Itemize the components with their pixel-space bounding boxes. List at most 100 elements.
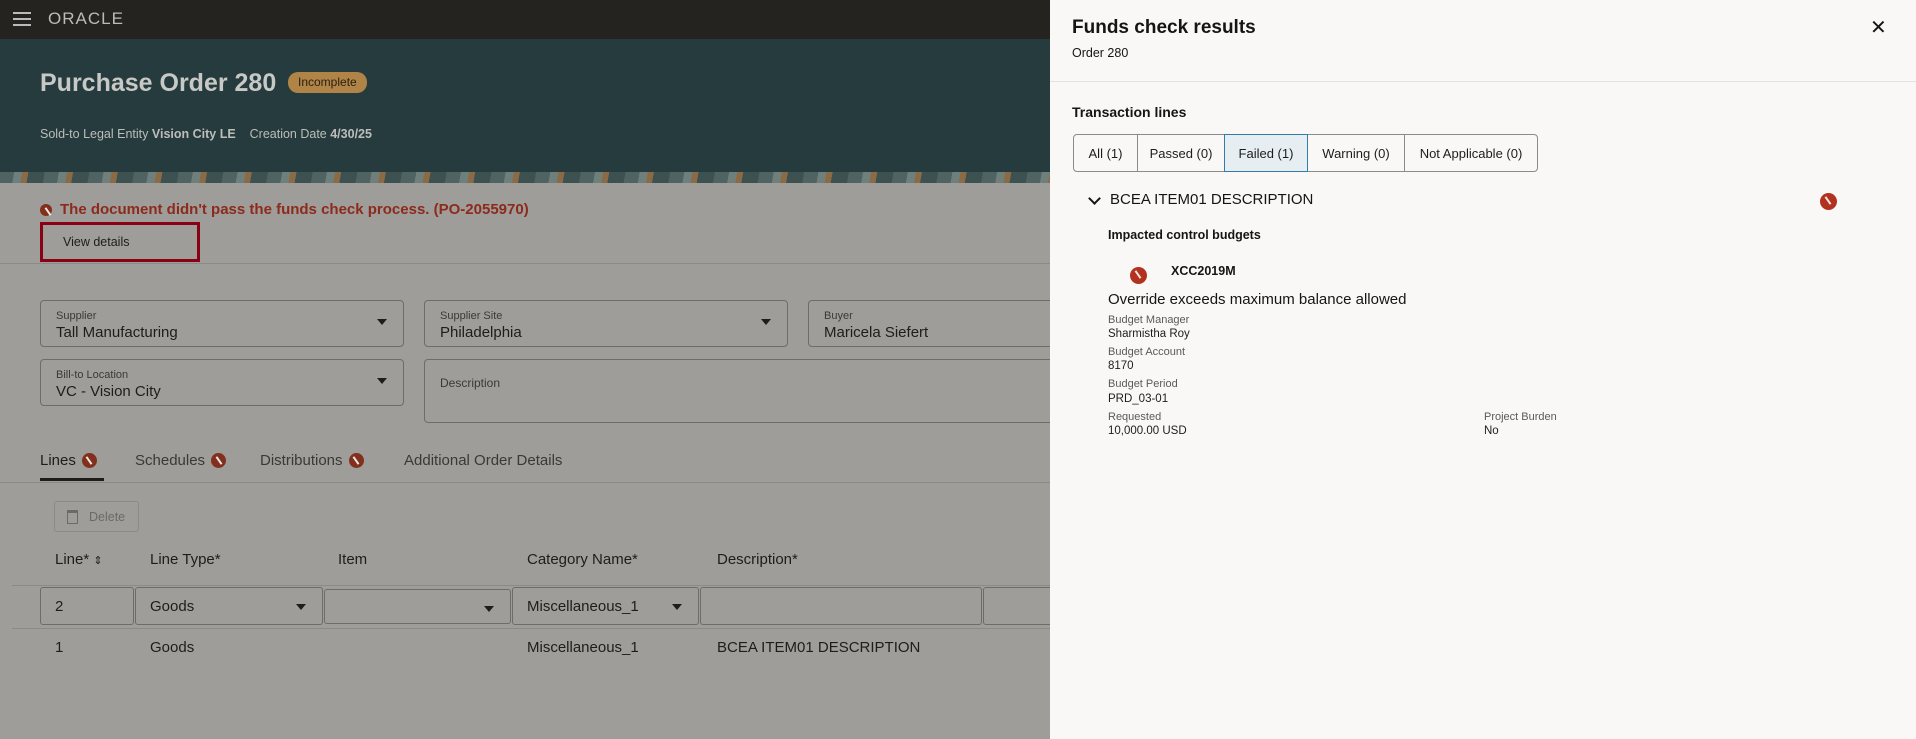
filter-all[interactable]: All (1)	[1073, 134, 1138, 172]
error-message: The document didn't pass the funds check…	[60, 201, 529, 218]
bill-to-location-field[interactable]: Bill-to Location VC - Vision City	[40, 359, 404, 406]
field-label: Buyer	[824, 310, 853, 322]
active-tab-indicator	[40, 478, 104, 481]
caret-down-icon[interactable]	[484, 606, 494, 612]
caret-down-icon[interactable]	[377, 378, 387, 384]
filter-warning[interactable]: Warning (0)	[1307, 134, 1405, 172]
column-header-description: Description*	[717, 551, 798, 568]
impacted-budgets-label: Impacted control budgets	[1108, 228, 1261, 242]
supplier-site-field[interactable]: Supplier Site Philadelphia	[424, 300, 788, 347]
row-divider	[12, 628, 1052, 629]
creation-date-label: Creation Date	[249, 127, 327, 141]
budget-period-value: PRD_03-01	[1108, 393, 1169, 405]
page-header: Purchase Order 280 Incomplete Sold-to Le…	[0, 39, 1050, 172]
sort-icon[interactable]: ⇕	[93, 555, 102, 567]
page-title: Purchase Order 280	[40, 69, 277, 97]
column-header-item: Item	[338, 551, 368, 568]
tab-distributions[interactable]: Distributions	[260, 452, 364, 469]
project-burden-label: Project Burden	[1484, 411, 1557, 423]
sold-to-value: Vision City LE	[151, 127, 236, 141]
line-type-select[interactable]: Goods	[135, 587, 323, 625]
caret-down-icon[interactable]	[672, 604, 682, 610]
close-icon[interactable]: ✕	[1870, 15, 1887, 40]
header-meta: Sold-to Legal Entity Vision City LE Crea…	[40, 127, 372, 141]
budget-account-label: Budget Account	[1108, 346, 1186, 358]
column-header-category: Category Name*	[527, 551, 638, 568]
error-icon	[211, 453, 227, 468]
tab-lines[interactable]: Lines	[40, 452, 97, 469]
filter-failed[interactable]: Failed (1)	[1224, 134, 1308, 172]
panel-divider	[1050, 81, 1916, 82]
funds-check-panel: Funds check results Order 280 ✕ Transact…	[1050, 0, 1916, 739]
tabs-border	[0, 482, 1050, 483]
error-icon	[81, 453, 97, 468]
error-icon	[40, 203, 52, 216]
tab-label: Distributions	[260, 452, 343, 469]
field-value: Maricela Siefert	[824, 324, 929, 341]
delete-button[interactable]: Delete	[54, 501, 139, 532]
error-icon	[1130, 267, 1148, 284]
cell-value: Goods	[150, 598, 195, 615]
budget-manager-label: Budget Manager	[1108, 314, 1190, 326]
tab-schedules[interactable]: Schedules	[135, 452, 227, 469]
line-title[interactable]: BCEA ITEM01 DESCRIPTION	[1110, 191, 1313, 208]
project-burden-value: No	[1484, 425, 1499, 437]
tab-label: Additional Order Details	[404, 452, 563, 469]
section-title: Transaction lines	[1072, 104, 1187, 120]
chevron-down-icon[interactable]	[1088, 192, 1101, 205]
filter-passed[interactable]: Passed (0)	[1137, 134, 1225, 172]
cell-value: Miscellaneous_1	[527, 598, 639, 615]
panel-title: Funds check results	[1072, 17, 1256, 38]
hamburger-icon[interactable]	[13, 12, 31, 26]
cell-line-type: Goods	[150, 639, 195, 656]
cell-description: BCEA ITEM01 DESCRIPTION	[717, 639, 921, 656]
caret-down-icon[interactable]	[296, 604, 306, 610]
trash-icon	[67, 510, 78, 524]
column-header-line-type: Line Type*	[150, 551, 221, 568]
column-header-line[interactable]: Line* ⇕	[55, 551, 103, 568]
error-icon	[348, 453, 364, 468]
field-label: Supplier Site	[440, 310, 503, 322]
description-input[interactable]	[700, 587, 982, 625]
field-label: Bill-to Location	[56, 369, 129, 381]
panel-subtitle: Order 280	[1072, 46, 1129, 60]
tab-additional-order-details[interactable]: Additional Order Details	[404, 452, 562, 469]
error-alert: The document didn't pass the funds check…	[40, 201, 529, 218]
cell-line: 1	[55, 639, 64, 656]
oracle-logo[interactable]: ORACLE	[48, 9, 124, 29]
tab-label: Schedules	[135, 452, 206, 469]
budget-code: XCC2019M	[1171, 264, 1236, 278]
creation-date-value: 4/30/25	[330, 127, 372, 141]
top-bar: ORACLE	[0, 0, 1050, 39]
field-value: Philadelphia	[440, 324, 522, 341]
view-details-label: View details	[63, 235, 130, 249]
field-label: Description	[440, 376, 501, 390]
tab-label: Lines	[40, 452, 76, 469]
cell-category: Miscellaneous_1	[527, 639, 639, 656]
item-select[interactable]	[324, 589, 511, 624]
divider	[0, 263, 1050, 264]
line-number-input[interactable]: 2	[40, 587, 134, 625]
budget-message: Override exceeds maximum balance allowed	[1108, 291, 1407, 308]
description-field[interactable]: Description	[424, 359, 1124, 423]
status-badge: Incomplete	[288, 72, 367, 93]
requested-label: Requested	[1108, 411, 1162, 423]
caret-down-icon[interactable]	[761, 319, 771, 325]
supplier-field[interactable]: Supplier Tall Manufacturing	[40, 300, 404, 347]
row-divider	[12, 585, 1052, 586]
filter-not-applicable[interactable]: Not Applicable (0)	[1404, 134, 1538, 172]
requested-value: 10,000.00 USD	[1108, 425, 1187, 437]
field-value: VC - Vision City	[56, 383, 161, 400]
delete-label: Delete	[89, 510, 126, 524]
header-pattern	[0, 172, 1050, 183]
error-icon	[1820, 193, 1837, 210]
column-label: Line*	[55, 551, 90, 568]
budget-period-label: Budget Period	[1108, 378, 1178, 390]
category-select[interactable]: Miscellaneous_1	[512, 587, 699, 625]
budget-account-value: 8170	[1108, 360, 1134, 372]
field-label: Supplier	[56, 310, 97, 322]
caret-down-icon[interactable]	[377, 319, 387, 325]
view-details-button[interactable]: View details	[40, 222, 200, 262]
budget-manager-value: Sharmistha Roy	[1108, 328, 1190, 340]
field-value: Tall Manufacturing	[56, 324, 178, 341]
